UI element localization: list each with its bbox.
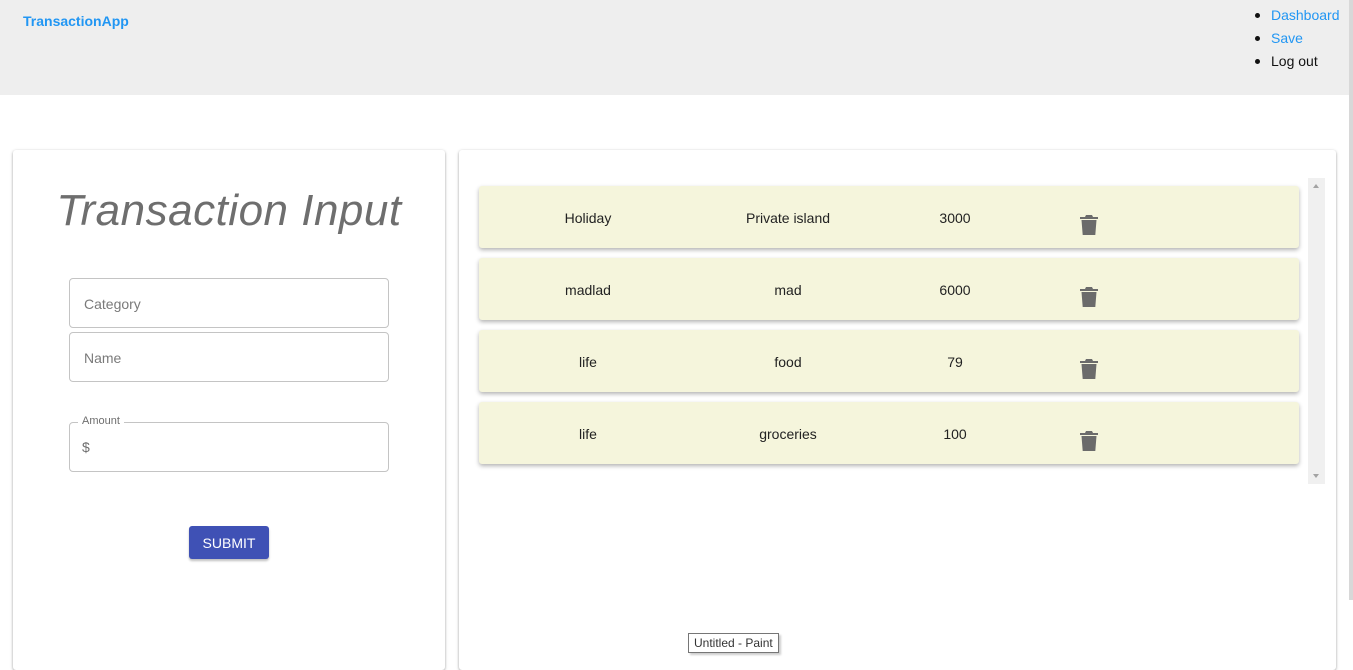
page-scrollbar[interactable] xyxy=(1349,0,1353,600)
amount-input[interactable] xyxy=(98,423,382,473)
scroll-up-arrow-icon[interactable] xyxy=(1313,184,1319,188)
amount-field[interactable]: Amount $ xyxy=(69,415,389,473)
brand-logo-text[interactable]: TransactionApp xyxy=(23,13,129,29)
transaction-amount: 3000 xyxy=(939,210,971,226)
nav-item-save: Save xyxy=(1254,27,1340,50)
category-field[interactable] xyxy=(69,278,389,329)
transaction-name: groceries xyxy=(759,426,817,442)
nav-link-dashboard[interactable]: Dashboard xyxy=(1271,7,1340,23)
trash-icon[interactable] xyxy=(1080,359,1098,379)
dollar-prefix: $ xyxy=(82,439,90,455)
transaction-row: madlad mad 6000 xyxy=(479,258,1299,320)
scroll-down-arrow-icon[interactable] xyxy=(1313,474,1319,478)
transaction-amount: 100 xyxy=(943,426,967,442)
top-nav: Dashboard Save Log out xyxy=(1254,4,1340,73)
app-header: TransactionApp Dashboard Save Log out xyxy=(0,0,1353,95)
nav-item-dashboard: Dashboard xyxy=(1254,4,1340,27)
nav-link-logout[interactable]: Log out xyxy=(1271,53,1318,69)
transaction-amount: 6000 xyxy=(939,282,971,298)
name-input[interactable] xyxy=(82,333,381,383)
nav-link-save[interactable]: Save xyxy=(1271,30,1303,46)
transaction-category: Holiday xyxy=(564,210,612,226)
trash-icon[interactable] xyxy=(1080,215,1098,235)
transaction-input-panel: Transaction Input Amount $ SUBMIT xyxy=(13,150,445,670)
transaction-list-panel: Holiday Private island 3000 madlad mad 6… xyxy=(459,150,1336,670)
page-title: Transaction Input xyxy=(56,186,402,235)
submit-button[interactable]: SUBMIT xyxy=(189,526,269,559)
list-scrollbar[interactable] xyxy=(1308,178,1325,484)
transaction-name: Private island xyxy=(745,210,831,226)
transaction-category: life xyxy=(579,426,597,442)
transaction-name: mad xyxy=(774,282,802,298)
nav-item-logout: Log out xyxy=(1254,50,1340,73)
transaction-amount: 79 xyxy=(947,354,963,370)
transaction-row: life groceries 100 xyxy=(479,402,1299,464)
taskbar-tooltip: Untitled - Paint xyxy=(688,633,779,653)
transaction-row: life food 79 xyxy=(479,330,1299,392)
name-field[interactable] xyxy=(69,332,389,383)
transaction-row: Holiday Private island 3000 xyxy=(479,186,1299,248)
category-input[interactable] xyxy=(82,279,381,329)
transaction-category: life xyxy=(579,354,597,370)
transaction-name: food xyxy=(774,354,802,370)
transaction-category: madlad xyxy=(565,282,611,298)
trash-icon[interactable] xyxy=(1080,287,1098,307)
trash-icon[interactable] xyxy=(1080,431,1098,451)
